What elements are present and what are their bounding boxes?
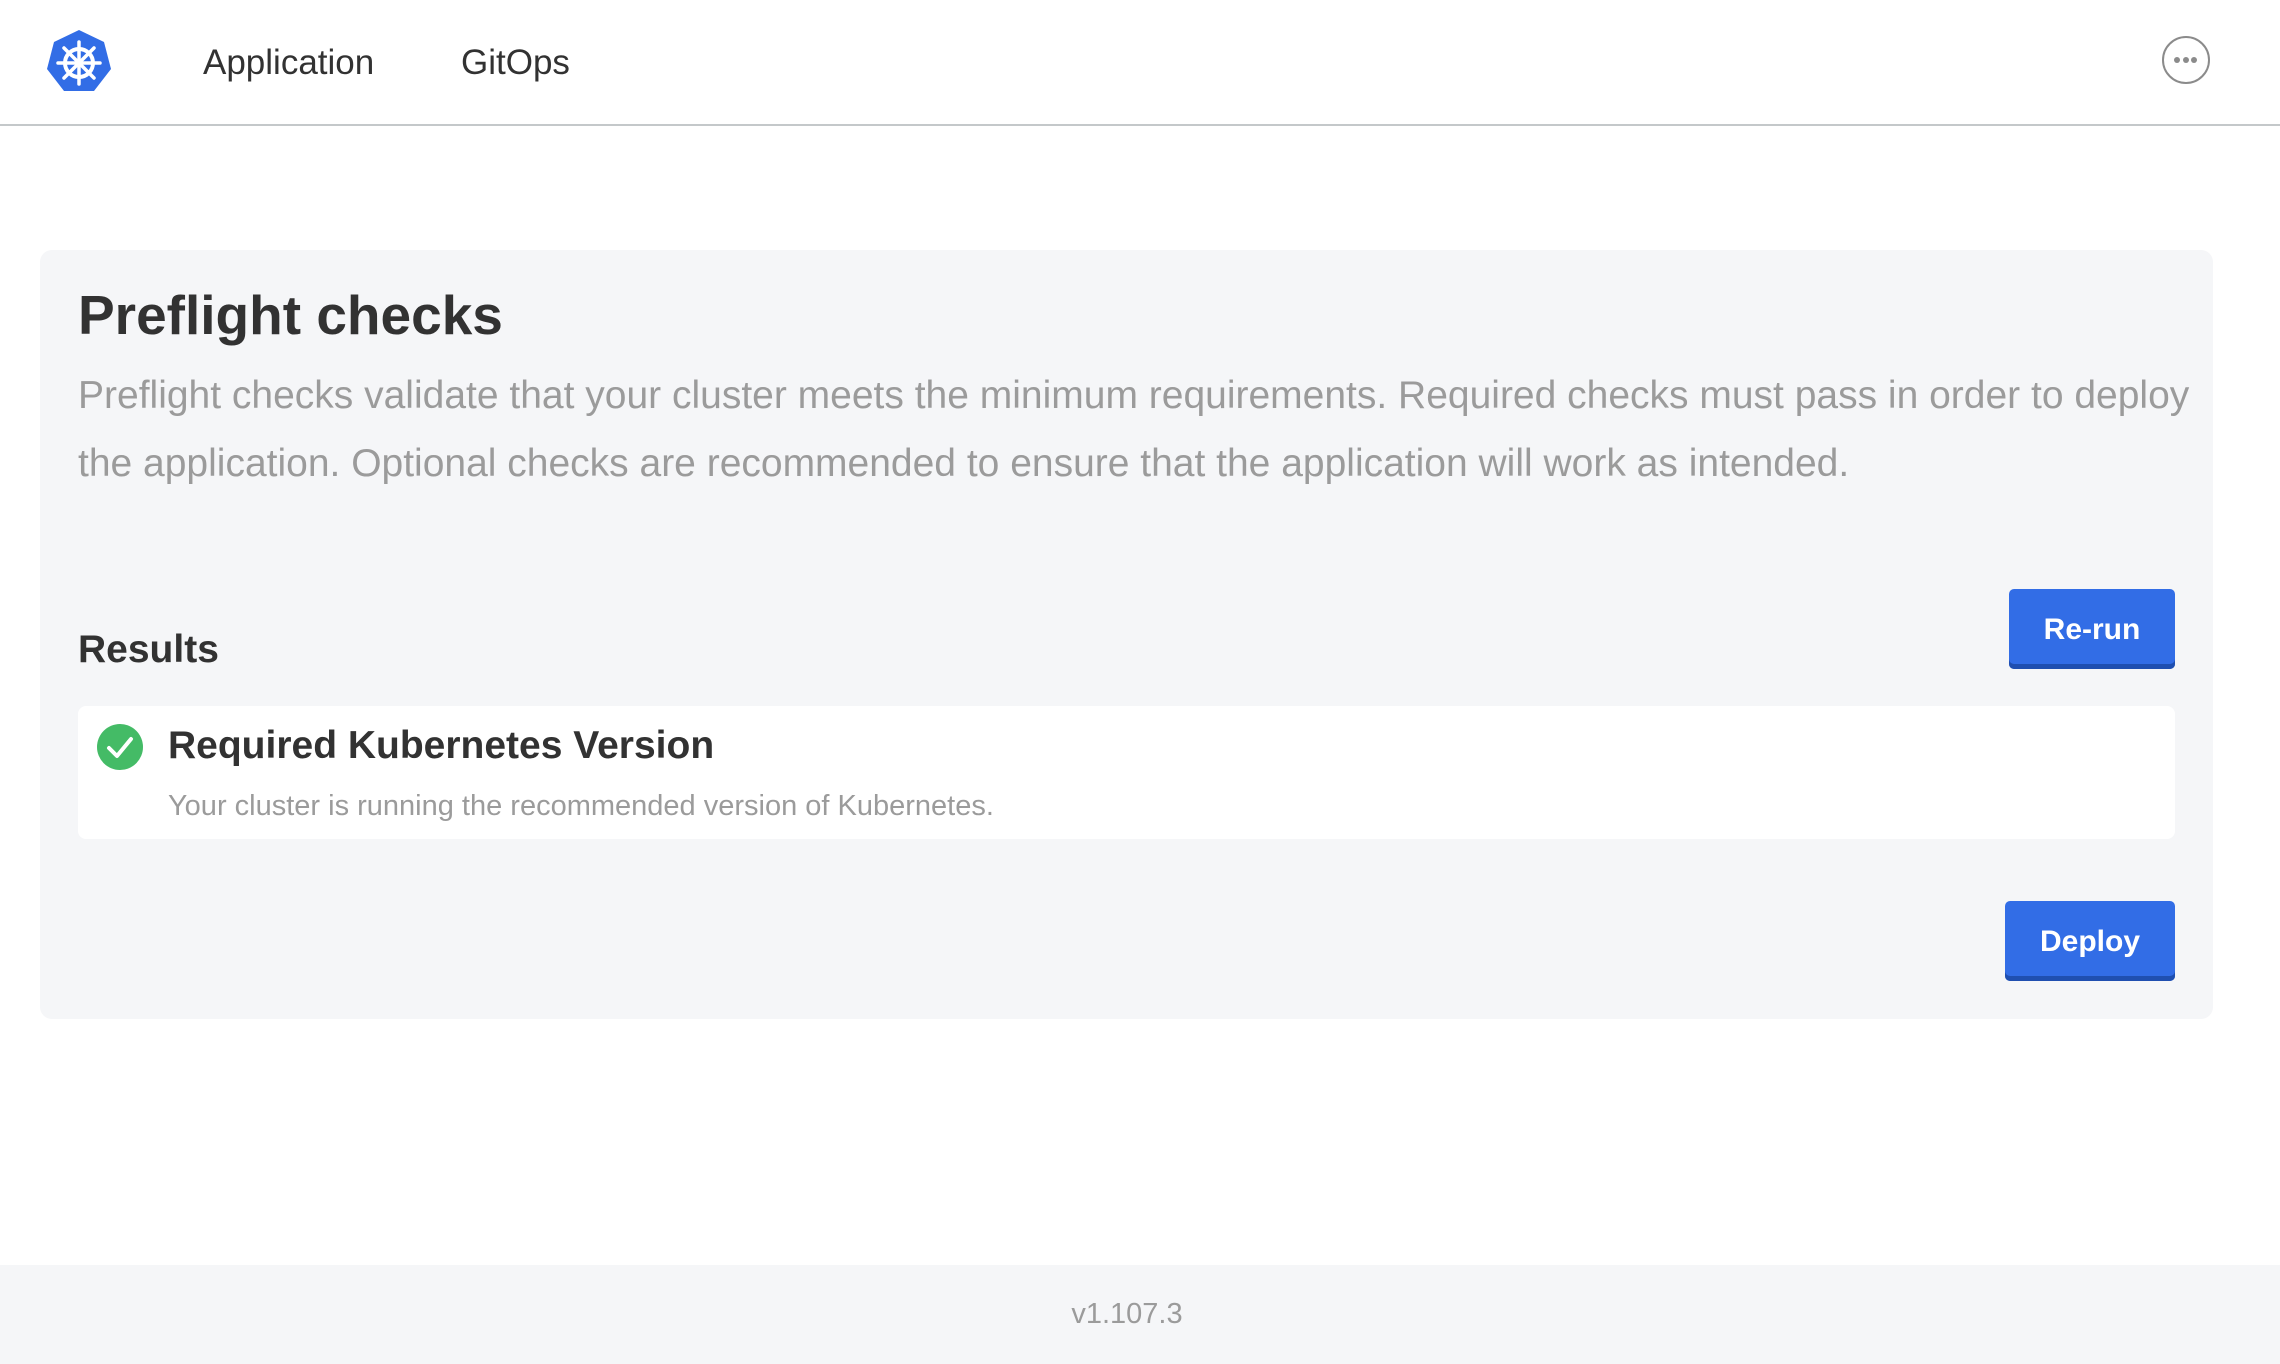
check-circle-icon <box>97 724 143 770</box>
results-heading: Results <box>78 628 219 671</box>
preflight-result-item: Required Kubernetes Version Your cluster… <box>78 706 2175 839</box>
more-horizontal-icon <box>2174 57 2180 63</box>
nav-application[interactable]: Application <box>203 38 374 88</box>
deploy-button[interactable]: Deploy <box>2005 901 2175 981</box>
nav-gitops[interactable]: GitOps <box>461 38 570 88</box>
footer: v1.107.3 <box>0 1265 2280 1364</box>
result-title: Required Kubernetes Version <box>168 724 715 767</box>
preflight-checks-card: Preflight checks Preflight checks valida… <box>40 250 2213 1019</box>
more-options-button[interactable] <box>2162 36 2210 84</box>
page-title: Preflight checks <box>78 284 503 346</box>
result-message: Your cluster is running the recommended … <box>168 790 994 822</box>
version-label: v1.107.3 <box>1071 1298 1183 1330</box>
rerun-button[interactable]: Re-run <box>2009 589 2175 669</box>
preflight-description: Preflight checks validate that your clus… <box>78 374 2190 485</box>
top-nav-bar: Application GitOps <box>0 0 2280 126</box>
kubernetes-logo-icon[interactable] <box>44 28 114 98</box>
